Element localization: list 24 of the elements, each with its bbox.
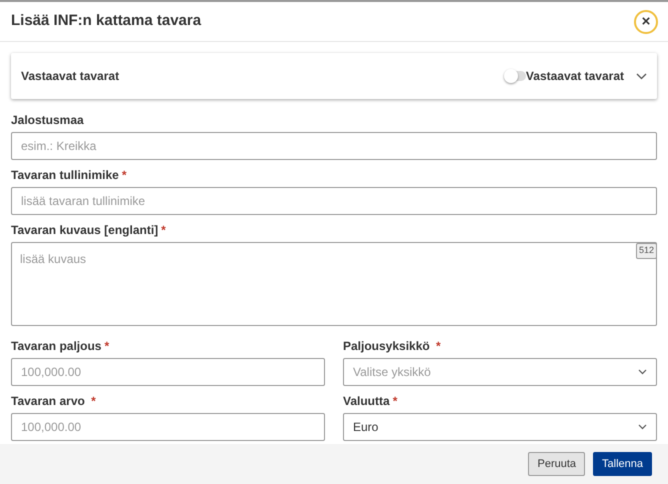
chevron-icon <box>638 424 647 430</box>
cancel-button[interactable]: Peruuta <box>528 452 586 476</box>
field-label: Valuutta * <box>343 394 398 408</box>
dialog-title: Lisää INF:n kattama tavara <box>11 11 202 32</box>
input-field[interactable]: lisää tavaran tullinimike <box>11 187 657 215</box>
character-counter: 512 <box>636 243 657 258</box>
field-label: Tavaran kuvaus [englanti] * <box>11 223 166 237</box>
chevron-icon <box>638 369 647 375</box>
toggle-switch[interactable] <box>506 71 526 81</box>
field-label: Tavaran tullinimike * <box>11 168 126 182</box>
chevron-icon[interactable] <box>636 72 647 80</box>
field-label: Paljousyksikkö * <box>343 339 441 353</box>
field-label: Tavaran paljous * <box>11 339 110 353</box>
toggle-label: Vastaavat tavarat <box>526 68 624 85</box>
save-button[interactable]: Tallenna <box>593 452 652 476</box>
input-field[interactable]: 100,000.00 <box>11 413 325 441</box>
input-field[interactable]: esim.: Kreikka <box>11 132 657 160</box>
select-field[interactable]: Euro <box>343 413 657 441</box>
close-button[interactable]: × <box>634 10 658 34</box>
accordion-panel[interactable]: Vastaavat tavarat Vastaavat tavarat <box>11 53 657 99</box>
field-label: Jalostusmaa <box>11 113 84 127</box>
field-label: Tavaran arvo * <box>11 394 96 408</box>
input-field[interactable]: 100,000.00 <box>11 358 325 386</box>
panel-title: Vastaavat tavarat <box>21 68 120 85</box>
